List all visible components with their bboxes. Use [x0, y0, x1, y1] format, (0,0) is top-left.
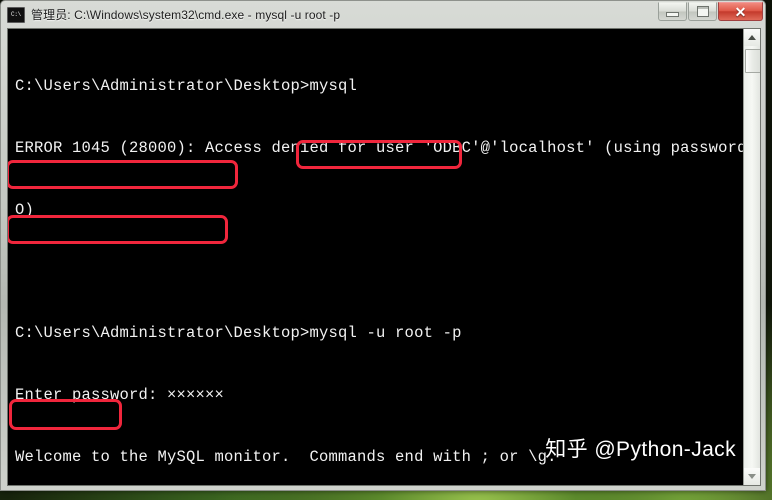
screenshot-root: C:\ 管理员: C:\Windows\system32\cmd.exe - m… — [0, 0, 772, 500]
chevron-up-icon — [748, 35, 756, 40]
cmd-window: C:\ 管理员: C:\Windows\system32\cmd.exe - m… — [0, 0, 766, 491]
watermark: 知乎 @Python-Jack — [545, 438, 736, 461]
chevron-down-icon — [748, 474, 756, 479]
console-line: Enter password: ×××××× — [15, 386, 225, 405]
cmd-icon: C:\ — [7, 6, 25, 23]
minimize-button[interactable] — [658, 2, 687, 21]
scrollbar-thumb[interactable] — [745, 49, 760, 73]
cmd-icon-label: C:\ — [11, 10, 21, 18]
window-controls: ✕ — [658, 2, 763, 21]
console-line: ERROR 1045 (28000): Access denied for us… — [15, 138, 761, 157]
console-line: C:\Users\Administrator\Desktop>mysql — [15, 77, 358, 96]
close-button[interactable]: ✕ — [718, 2, 763, 21]
close-icon: ✕ — [734, 3, 747, 20]
window-titlebar[interactable]: C:\ 管理员: C:\Windows\system32\cmd.exe - m… — [1, 1, 765, 27]
window-title: 管理员: C:\Windows\system32\cmd.exe - mysql… — [31, 7, 341, 22]
maximize-button[interactable] — [688, 2, 717, 21]
scroll-up-button[interactable] — [744, 29, 760, 46]
console-line: C:\Users\Administrator\Desktop>mysql -u … — [15, 324, 462, 343]
console-scrollbar[interactable] — [743, 29, 760, 485]
maximize-icon — [696, 6, 709, 17]
scroll-down-button[interactable] — [744, 468, 760, 485]
console-text: C:\Users\Administrator\Desktop>mysql ERR… — [15, 35, 761, 485]
console-line: O) — [15, 200, 35, 219]
minimize-icon — [666, 12, 679, 17]
console-output-area[interactable]: C:\Users\Administrator\Desktop>mysql ERR… — [7, 28, 761, 486]
